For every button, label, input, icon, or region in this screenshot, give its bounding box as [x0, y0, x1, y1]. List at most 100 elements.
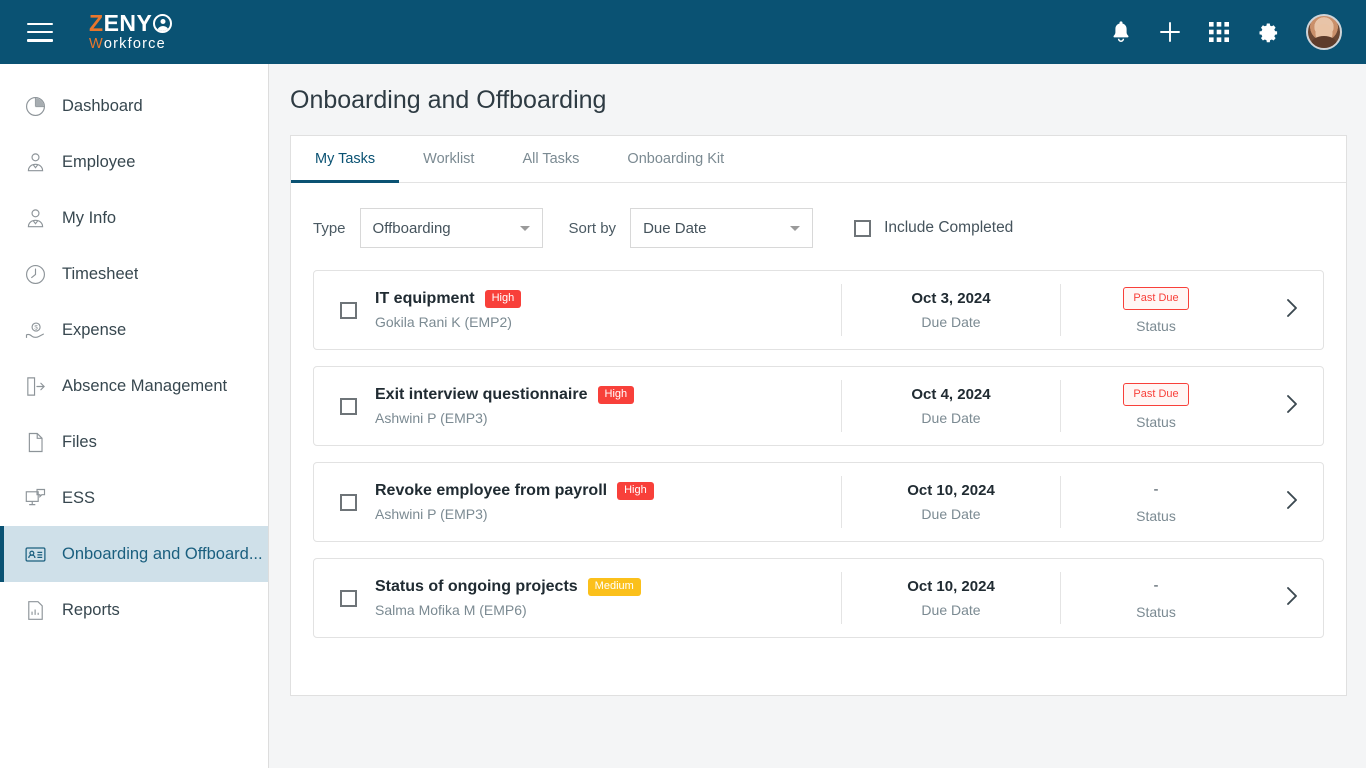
task-due-date-column: Oct 10, 2024 Due Date [842, 482, 1060, 522]
task-title: Revoke employee from payroll [375, 482, 608, 499]
task-status-column: Past Due Status [1061, 382, 1251, 430]
task-info: Exit interview questionnaire High Ashwin… [375, 386, 841, 426]
main-content: Onboarding and Offboarding My Tasks Work… [269, 64, 1366, 768]
priority-badge: Medium [587, 578, 641, 596]
task-title-row: Status of ongoing projects Medium [375, 578, 841, 596]
status-badge: Past Due [1123, 382, 1189, 406]
sidebar-item-label: Employee [62, 152, 136, 171]
chevron-right-icon[interactable] [1285, 393, 1299, 420]
task-status-label: Status [1136, 413, 1176, 430]
logo-bottom-row: W orkforce [89, 37, 172, 52]
sidebar-item-timesheet[interactable]: Timesheet [0, 246, 268, 302]
task-checkbox[interactable] [340, 589, 357, 607]
task-row[interactable]: Revoke employee from payroll High Ashwin… [313, 462, 1324, 542]
sidebar-item-label: Dashboard [62, 96, 143, 115]
include-completed-checkbox[interactable]: Include Completed [854, 219, 1013, 237]
tab-bar: My Tasks Worklist All Tasks Onboarding K… [291, 136, 1346, 183]
sidebar-item-reports[interactable]: Reports [0, 582, 268, 638]
settings-gear-icon[interactable] [1256, 20, 1280, 44]
task-employee: Salma Mofika M (EMP6) [375, 602, 527, 618]
tab-worklist[interactable]: Worklist [399, 136, 498, 182]
filter-bar: Type Offboarding Sort by Due Date Includ… [291, 183, 1346, 248]
chevron-right-icon[interactable] [1285, 297, 1299, 324]
door-exit-icon [22, 373, 48, 399]
tasks-panel: My Tasks Worklist All Tasks Onboarding K… [290, 135, 1347, 696]
task-row[interactable]: IT equipment High Gokila Rani K (EMP2) O… [313, 270, 1324, 350]
status-value: - [1153, 577, 1159, 594]
notifications-bell-icon[interactable] [1110, 20, 1132, 44]
task-status-column: - Status [1061, 480, 1251, 524]
hamburger-menu-icon[interactable] [27, 22, 53, 42]
priority-badge: High [484, 290, 522, 308]
tab-my-tasks[interactable]: My Tasks [291, 136, 400, 183]
task-list: IT equipment High Gokila Rani K (EMP2) O… [291, 248, 1346, 638]
logo-person-circle-icon [153, 14, 173, 34]
task-info: Revoke employee from payroll High Ashwin… [375, 482, 841, 522]
task-due-date-value: Oct 10, 2024 [907, 578, 995, 595]
sidebar-item-label: Reports [62, 600, 120, 619]
sidebar-item-employee[interactable]: Employee [0, 134, 268, 190]
tab-onboarding-kit[interactable]: Onboarding Kit [603, 136, 748, 182]
task-checkbox[interactable] [340, 493, 357, 511]
apps-grid-icon[interactable] [1208, 21, 1230, 43]
sidebar-item-absence-management[interactable]: Absence Management [0, 358, 268, 414]
status-badge: Past Due [1123, 286, 1189, 310]
money-hand-icon: $ [22, 317, 48, 343]
my-info-person-icon [22, 205, 48, 231]
sidebar-item-label: Timesheet [62, 264, 139, 283]
task-info: Status of ongoing projects Medium Salma … [375, 578, 841, 618]
task-employee: Ashwini P (EMP3) [375, 410, 488, 426]
tab-all-tasks[interactable]: All Tasks [498, 136, 603, 182]
task-due-date-column: Oct 10, 2024 Due Date [842, 578, 1060, 618]
task-checkbox[interactable] [340, 301, 357, 319]
chevron-right-icon[interactable] [1285, 489, 1299, 516]
sidebar-item-label: Absence Management [62, 376, 228, 395]
page-title: Onboarding and Offboarding [290, 86, 607, 114]
header-actions [1110, 14, 1342, 50]
checkbox-box[interactable] [854, 219, 872, 237]
task-due-date-value: Oct 3, 2024 [911, 290, 991, 307]
task-title: Status of ongoing projects [375, 578, 578, 595]
sidebar-item-my-info[interactable]: My Info [0, 190, 268, 246]
task-due-date-label: Due Date [921, 410, 981, 426]
sidebar-item-label: ESS [62, 488, 96, 507]
task-title-row: IT equipment High [375, 290, 841, 308]
add-plus-icon[interactable] [1158, 20, 1182, 44]
task-row[interactable]: Status of ongoing projects Medium Salma … [313, 558, 1324, 638]
task-title: IT equipment [375, 290, 475, 307]
sort-by-select[interactable]: Due Date [630, 208, 814, 248]
sidebar-item-ess[interactable]: ESS [0, 470, 268, 526]
task-due-date-label: Due Date [921, 314, 981, 330]
type-filter-value: Offboarding [372, 219, 451, 237]
clock-icon [22, 261, 48, 287]
sidebar-navigation: Dashboard Employee My Info Timesheet $ E… [0, 64, 269, 768]
task-row[interactable]: Exit interview questionnaire High Ashwin… [313, 366, 1324, 446]
task-title-row: Revoke employee from payroll High [375, 482, 841, 500]
task-employee: Ashwini P (EMP3) [375, 506, 488, 522]
task-due-date-label: Due Date [921, 506, 981, 522]
sidebar-item-dashboard[interactable]: Dashboard [0, 78, 268, 134]
logo-letters-orkforce: orkforce [103, 36, 166, 53]
task-title-row: Exit interview questionnaire High [375, 386, 841, 404]
sidebar-item-files[interactable]: Files [0, 414, 268, 470]
sidebar-item-label: Expense [62, 320, 127, 339]
type-filter-label: Type [313, 219, 346, 237]
sidebar-item-expense[interactable]: $ Expense [0, 302, 268, 358]
logo-top-row: Z ENY [89, 10, 173, 37]
task-status-label: Status [1136, 508, 1176, 524]
self-service-monitor-icon [22, 485, 48, 511]
sidebar-item-onboarding-and-offboarding[interactable]: Onboarding and Offboard... [0, 526, 268, 582]
task-due-date-label: Due Date [921, 602, 981, 618]
user-avatar[interactable] [1306, 14, 1342, 50]
sidebar-item-label: Files [62, 432, 97, 451]
chevron-right-icon[interactable] [1285, 585, 1299, 612]
logo-letter-z: Z [89, 10, 104, 37]
task-status-column: Past Due Status [1061, 286, 1251, 334]
id-card-icon [22, 541, 48, 567]
include-completed-label: Include Completed [884, 219, 1014, 236]
task-due-date-column: Oct 4, 2024 Due Date [842, 386, 1060, 426]
task-status-label: Status [1136, 604, 1176, 620]
svg-text:$: $ [34, 324, 38, 331]
type-filter-select[interactable]: Offboarding [359, 208, 543, 248]
task-checkbox[interactable] [340, 397, 357, 415]
